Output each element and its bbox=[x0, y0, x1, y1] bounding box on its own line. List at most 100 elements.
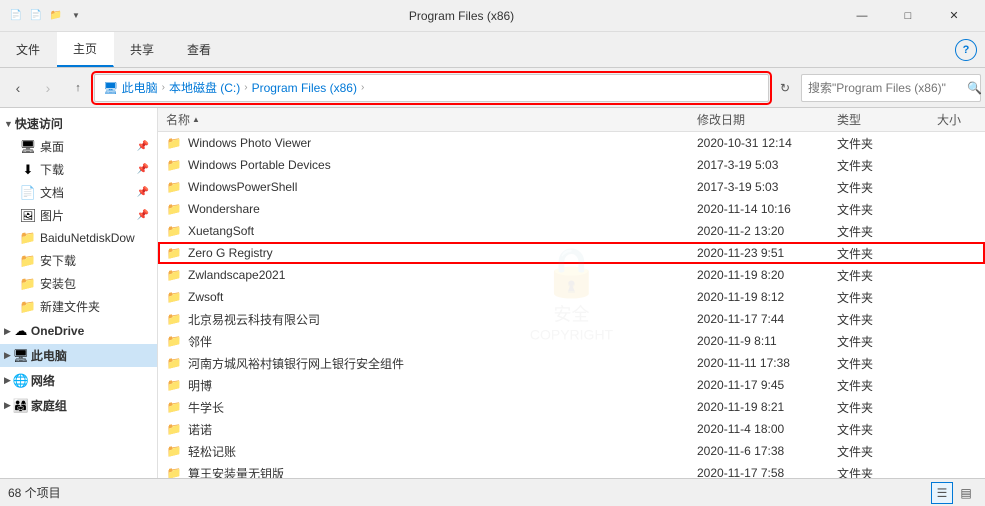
table-row[interactable]: 📁 Wondershare 2020-11-14 10:16 文件夹 bbox=[158, 198, 985, 220]
tab-file[interactable]: 文件 bbox=[0, 32, 57, 67]
folder-icon: 📁 bbox=[48, 8, 64, 24]
sidebar-section-quick-access-header[interactable]: ▼ 快速访问 bbox=[0, 112, 157, 135]
chevron-onedrive-icon: ▶ bbox=[4, 326, 11, 337]
doc-icon-1: 📄 bbox=[8, 8, 24, 24]
file-type-icon: 📁 bbox=[166, 355, 182, 371]
table-row[interactable]: 📁 Zwsoft 2020-11-19 8:12 文件夹 bbox=[158, 286, 985, 308]
maximize-button[interactable]: □ bbox=[885, 0, 931, 32]
address-part-1[interactable]: 本地磁盘 (C:) bbox=[169, 79, 240, 96]
file-name: 📁 明博 bbox=[166, 377, 697, 394]
sidebar-item-newfolder[interactable]: 📁 新建文件夹 bbox=[0, 295, 157, 318]
file-name-text: 轻松记账 bbox=[188, 443, 236, 460]
address-part-2[interactable]: Program Files (x86) bbox=[252, 81, 357, 95]
table-row[interactable]: 📁 Windows Photo Viewer 2020-10-31 12:14 … bbox=[158, 132, 985, 154]
tab-share[interactable]: 共享 bbox=[114, 32, 171, 67]
sidebar-section-network: ▶ 🌐 网络 bbox=[0, 369, 157, 392]
back-button[interactable]: ‹ bbox=[4, 74, 32, 102]
col-date-header[interactable]: 修改日期 bbox=[697, 111, 837, 128]
table-row[interactable]: 📁 Zwlandscape2021 2020-11-19 8:20 文件夹 bbox=[158, 264, 985, 286]
sidebar-section-homegroup: ▶ 👨‍👩‍👧 家庭组 bbox=[0, 394, 157, 417]
address-sep-1: › bbox=[162, 82, 165, 93]
sidebar-section-onedrive: ▶ ☁ OneDrive bbox=[0, 320, 157, 342]
table-row[interactable]: 📁 邻伴 2020-11-9 8:11 文件夹 bbox=[158, 330, 985, 352]
minimize-button[interactable]: — bbox=[839, 0, 885, 32]
help-button[interactable]: ? bbox=[955, 39, 977, 61]
table-row[interactable]: 📁 Windows Portable Devices 2017-3-19 5:0… bbox=[158, 154, 985, 176]
file-type-icon: 📁 bbox=[166, 421, 182, 437]
file-type: 文件夹 bbox=[837, 201, 917, 218]
up-button[interactable]: ↑ bbox=[64, 74, 92, 102]
window-controls: — □ ✕ bbox=[839, 0, 977, 32]
search-input[interactable] bbox=[808, 81, 963, 95]
table-row[interactable]: 📁 Zero G Registry 2020-11-23 9:51 文件夹 bbox=[158, 242, 985, 264]
homegroup-label: 家庭组 bbox=[31, 397, 67, 414]
file-date: 2020-11-19 8:20 bbox=[697, 268, 837, 282]
tab-home[interactable]: 主页 bbox=[57, 32, 114, 67]
table-row[interactable]: 📁 河南方城风裕村镇银行网上银行安全组件 2020-11-11 17:38 文件… bbox=[158, 352, 985, 374]
table-row[interactable]: 📁 明博 2020-11-17 9:45 文件夹 bbox=[158, 374, 985, 396]
tab-view[interactable]: 查看 bbox=[171, 32, 228, 67]
sidebar-item-baidu[interactable]: 📁 BaiduNetdiskDow bbox=[0, 227, 157, 249]
homegroup-header[interactable]: ▶ 👨‍👩‍👧 家庭组 bbox=[0, 394, 157, 417]
address-bar[interactable]: 🖥 此电脑 › 本地磁盘 (C:) › Program Files (x86) … bbox=[94, 74, 769, 102]
file-rows-container: 📁 Windows Photo Viewer 2020-10-31 12:14 … bbox=[158, 132, 985, 478]
table-row[interactable]: 📁 轻松记账 2020-11-6 17:38 文件夹 bbox=[158, 440, 985, 462]
close-button[interactable]: ✕ bbox=[931, 0, 977, 32]
sidebar-section-quick-access: ▼ 快速访问 🖥 桌面 📌 ⬇ 下载 📌 📄 文档 📌 🖼 图片 � bbox=[0, 112, 157, 318]
search-bar[interactable]: 🔍 bbox=[801, 74, 981, 102]
col-name-label: 名称 bbox=[166, 111, 190, 128]
title-bar: 📄 📄 📁 ▼ Program Files (x86) — □ ✕ bbox=[0, 0, 985, 32]
refresh-button[interactable]: ↻ bbox=[771, 74, 799, 102]
thispc-header[interactable]: ▶ 🖥 此电脑 bbox=[0, 344, 157, 367]
status-item-count: 68 个项目 bbox=[8, 484, 61, 501]
sidebar-item-anxiazai[interactable]: 📁 安下载 bbox=[0, 249, 157, 272]
sidebar-item-anzhuangbao[interactable]: 📁 安装包 bbox=[0, 272, 157, 295]
sidebar-item-documents[interactable]: 📄 文档 📌 bbox=[0, 181, 157, 204]
file-name: 📁 轻松记账 bbox=[166, 443, 697, 460]
network-label: 网络 bbox=[31, 372, 55, 389]
file-name-text: 牛学长 bbox=[188, 399, 224, 416]
sidebar-item-downloads[interactable]: ⬇ 下载 📌 bbox=[0, 158, 157, 181]
onedrive-icon: ☁ bbox=[13, 323, 29, 339]
baidu-label: BaiduNetdiskDow bbox=[40, 231, 149, 245]
view-details-button[interactable]: ☰ bbox=[931, 482, 953, 504]
address-sep-2: › bbox=[244, 82, 247, 93]
file-type: 文件夹 bbox=[837, 157, 917, 174]
sidebar: ▼ 快速访问 🖥 桌面 📌 ⬇ 下载 📌 📄 文档 📌 🖼 图片 � bbox=[0, 108, 158, 478]
file-type-icon: 📁 bbox=[166, 157, 182, 173]
network-header[interactable]: ▶ 🌐 网络 bbox=[0, 369, 157, 392]
file-type: 文件夹 bbox=[837, 443, 917, 460]
file-date: 2020-11-19 8:12 bbox=[697, 290, 837, 304]
table-row[interactable]: 📁 算王安装量无钥版 2020-11-17 7:58 文件夹 bbox=[158, 462, 985, 478]
file-name: 📁 WindowsPowerShell bbox=[166, 179, 697, 195]
col-type-header[interactable]: 类型 bbox=[837, 111, 917, 128]
file-type-icon: 📁 bbox=[166, 289, 182, 305]
dropdown-icon[interactable]: ▼ bbox=[68, 8, 84, 24]
sidebar-item-pictures[interactable]: 🖼 图片 📌 bbox=[0, 204, 157, 227]
file-name-text: 河南方城风裕村镇银行网上银行安全组件 bbox=[188, 355, 404, 372]
onedrive-label: OneDrive bbox=[31, 324, 84, 338]
file-name: 📁 Windows Portable Devices bbox=[166, 157, 697, 173]
table-row[interactable]: 📁 北京易视云科技有限公司 2020-11-17 7:44 文件夹 bbox=[158, 308, 985, 330]
table-row[interactable]: 📁 牛学长 2020-11-19 8:21 文件夹 bbox=[158, 396, 985, 418]
table-row[interactable]: 📁 WindowsPowerShell 2017-3-19 5:03 文件夹 bbox=[158, 176, 985, 198]
file-date: 2020-11-2 13:20 bbox=[697, 224, 837, 238]
col-name-header[interactable]: 名称 ▲ bbox=[166, 111, 697, 128]
file-type: 文件夹 bbox=[837, 223, 917, 240]
file-type-icon: 📁 bbox=[166, 179, 182, 195]
table-row[interactable]: 📁 XuetangSoft 2020-11-2 13:20 文件夹 bbox=[158, 220, 985, 242]
table-row[interactable]: 📁 诺诺 2020-11-4 18:00 文件夹 bbox=[158, 418, 985, 440]
sort-arrow: ▲ bbox=[192, 115, 200, 124]
file-type-icon: 📁 bbox=[166, 201, 182, 217]
file-name-text: WindowsPowerShell bbox=[188, 180, 297, 194]
file-type-icon: 📁 bbox=[166, 377, 182, 393]
col-size-header[interactable]: 大小 bbox=[917, 111, 977, 128]
onedrive-header[interactable]: ▶ ☁ OneDrive bbox=[0, 320, 157, 342]
file-type: 文件夹 bbox=[837, 465, 917, 479]
forward-button[interactable]: › bbox=[34, 74, 62, 102]
address-part-0[interactable]: 🖥 此电脑 bbox=[103, 79, 158, 96]
view-list-button[interactable]: ▤ bbox=[955, 482, 977, 504]
file-name-text: Zero G Registry bbox=[188, 246, 273, 260]
sidebar-item-desktop[interactable]: 🖥 桌面 📌 bbox=[0, 135, 157, 158]
quick-access-label: 快速访问 bbox=[15, 115, 63, 132]
